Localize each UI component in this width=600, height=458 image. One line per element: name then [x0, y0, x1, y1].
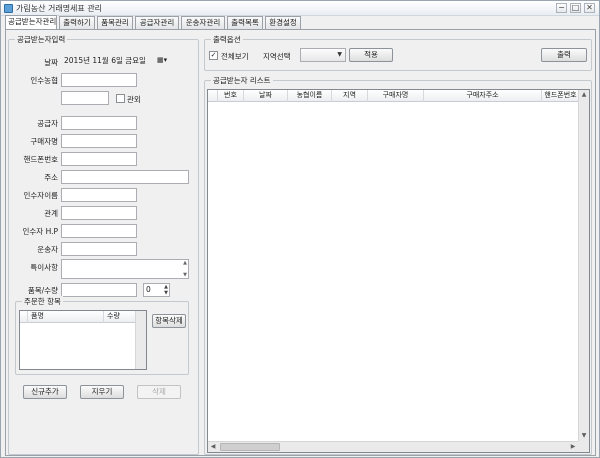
date-value: 2015년 11월 6일 금요일 [64, 56, 146, 65]
buyer-label: 구매자명 [30, 137, 58, 146]
calendar-dropdown-icon[interactable]: ▦▾ [157, 56, 167, 64]
list-row-header [208, 90, 218, 102]
scroll-down-icon[interactable]: ▼ [579, 431, 589, 441]
print-button[interactable]: 출력 [541, 48, 587, 62]
notes-scroll-down-icon[interactable]: ▼ [183, 272, 187, 278]
notes-scroll-up-icon[interactable]: ▲ [183, 260, 187, 266]
supplier-input[interactable] [61, 116, 137, 130]
maximize-icon[interactable]: □ [570, 3, 581, 13]
delete-item-button[interactable]: 항목삭제 [152, 314, 186, 328]
window-title: 가림농산 거래명세표 관리 [16, 4, 103, 13]
hanong-code-input[interactable] [61, 91, 109, 105]
list-col-number[interactable]: 번호 [218, 90, 244, 102]
supplier-list-grid[interactable]: 번호 날짜 농협이름 지역 구매자명 구매자주소 핸드폰번호 ▲ ▼ ◀ ▶ [207, 89, 590, 453]
tab-page: 공급받는자입력 날짜 2015년 11월 6일 금요일 ▦▾ 인수농협 관외 공… [5, 29, 596, 456]
input-group: 공급받는자입력 날짜 2015년 11월 6일 금요일 ▦▾ 인수농협 관외 공… [8, 34, 199, 455]
list-vertical-scrollbar[interactable]: ▲ ▼ [578, 90, 589, 441]
hanong-input[interactable] [61, 73, 137, 87]
phone-input[interactable] [61, 152, 137, 166]
list-group-title: 공급받는자 리스트 [211, 75, 273, 86]
minimize-icon[interactable]: − [556, 3, 567, 13]
receiver-label: 인수자이름 [23, 191, 59, 200]
date-picker[interactable]: 2015년 11월 6일 금요일 [61, 54, 171, 68]
view-all-label: 전체보기 [221, 52, 249, 61]
notes-label: 특이사항 [30, 263, 58, 272]
phone-label: 핸드폰번호 [23, 155, 59, 164]
tab-items[interactable]: 품목관리 [97, 16, 133, 29]
tab-supplier-receiver[interactable]: 공급받는자관리 [5, 15, 57, 29]
qty-value: 0 [146, 285, 151, 294]
ordered-items-group: 주문한 항목 품명 수량 항목삭제 [15, 296, 189, 375]
tab-settings[interactable]: 환경설정 [265, 16, 301, 29]
item-input[interactable] [61, 283, 137, 297]
view-all-checkbox[interactable]: ✓ [209, 51, 218, 60]
output-options-group: 출력옵션 ✓ 전체보기 지역선택 ▼ 적용 출력 [204, 34, 592, 71]
list-group: 공급받는자 리스트 번호 날짜 농협이름 지역 구매자명 구매자주소 핸드폰번호… [204, 75, 592, 455]
scroll-corner [578, 441, 589, 452]
receiver-phone-label: 인수자 H.P [22, 227, 59, 236]
ordered-items-grid[interactable]: 품명 수량 [19, 310, 147, 370]
input-group-title: 공급받는자입력 [15, 34, 68, 45]
region-label: 지역선택 [263, 52, 291, 61]
supplier-label: 공급자 [37, 119, 58, 128]
checkmark-icon: ✓ [210, 51, 217, 59]
list-col-phone[interactable]: 핸드폰번호 [542, 90, 580, 102]
tab-suppliers[interactable]: 공급자관리 [135, 16, 179, 29]
add-new-button[interactable]: 신규추가 [23, 385, 67, 399]
transporter-input[interactable] [61, 242, 137, 256]
tab-transporters[interactable]: 운송자관리 [181, 16, 225, 29]
delete-button[interactable]: 삭제 [137, 385, 181, 399]
scroll-up-icon[interactable]: ▲ [579, 90, 589, 100]
horizontal-scroll-thumb[interactable] [220, 443, 280, 451]
apply-button[interactable]: 적용 [349, 48, 393, 62]
list-header: 번호 날짜 농협이름 지역 구매자명 구매자주소 핸드폰번호 [208, 90, 580, 102]
ordered-col-name[interactable]: 품명 [28, 311, 104, 323]
ordered-items-title: 주문한 항목 [22, 296, 63, 307]
receiver-input[interactable] [61, 188, 137, 202]
transporter-label: 운송자 [37, 245, 58, 254]
receiver-phone-input[interactable] [61, 224, 137, 238]
item-qty-label: 품목/수량 [27, 286, 58, 295]
relation-label: 관계 [44, 209, 58, 218]
ordered-row-header [20, 311, 28, 323]
main-window: 가림농산 거래명세표 관리 − □ ✕ 공급받는자관리 출력하기 품목관리 공급… [0, 0, 600, 458]
buyer-input[interactable] [61, 134, 137, 148]
hanong-label: 인수농협 [30, 76, 58, 85]
list-col-region[interactable]: 지역 [332, 90, 368, 102]
qty-stepper[interactable]: 0 ▲ ▼ [143, 283, 170, 297]
tab-print-list[interactable]: 출력목록 [227, 16, 263, 29]
region-select[interactable]: ▼ [300, 48, 346, 62]
ordered-col-qty[interactable]: 수량 [104, 311, 138, 323]
date-label: 날짜 [44, 58, 58, 67]
list-horizontal-scrollbar[interactable]: ◀ ▶ [208, 441, 578, 452]
output-options-title: 출력옵션 [211, 34, 243, 45]
scroll-right-icon[interactable]: ▶ [568, 442, 578, 452]
address-label: 주소 [44, 173, 58, 182]
outside-checkbox[interactable] [116, 94, 125, 103]
ordered-scrollbar[interactable] [135, 311, 146, 369]
list-col-buyer[interactable]: 구매자명 [368, 90, 424, 102]
app-icon [4, 4, 13, 13]
list-col-address[interactable]: 구매자주소 [424, 90, 542, 102]
list-col-date[interactable]: 날짜 [244, 90, 288, 102]
clear-button[interactable]: 지우기 [80, 385, 124, 399]
outside-checkbox-label: 관외 [127, 95, 141, 104]
spinner-down-icon[interactable]: ▼ [164, 290, 168, 296]
ordered-items-header: 품명 수량 [20, 311, 146, 323]
address-input[interactable] [61, 170, 189, 184]
list-col-hanong[interactable]: 농협이름 [288, 90, 332, 102]
title-bar[interactable]: 가림농산 거래명세표 관리 − □ ✕ [1, 1, 599, 16]
scroll-left-icon[interactable]: ◀ [208, 442, 218, 452]
close-icon[interactable]: ✕ [584, 3, 595, 13]
tab-print[interactable]: 출력하기 [59, 16, 95, 29]
relation-input[interactable] [61, 206, 137, 220]
notes-textarea[interactable]: ▲ ▼ [61, 259, 189, 279]
dropdown-arrow-icon: ▼ [337, 51, 342, 58]
